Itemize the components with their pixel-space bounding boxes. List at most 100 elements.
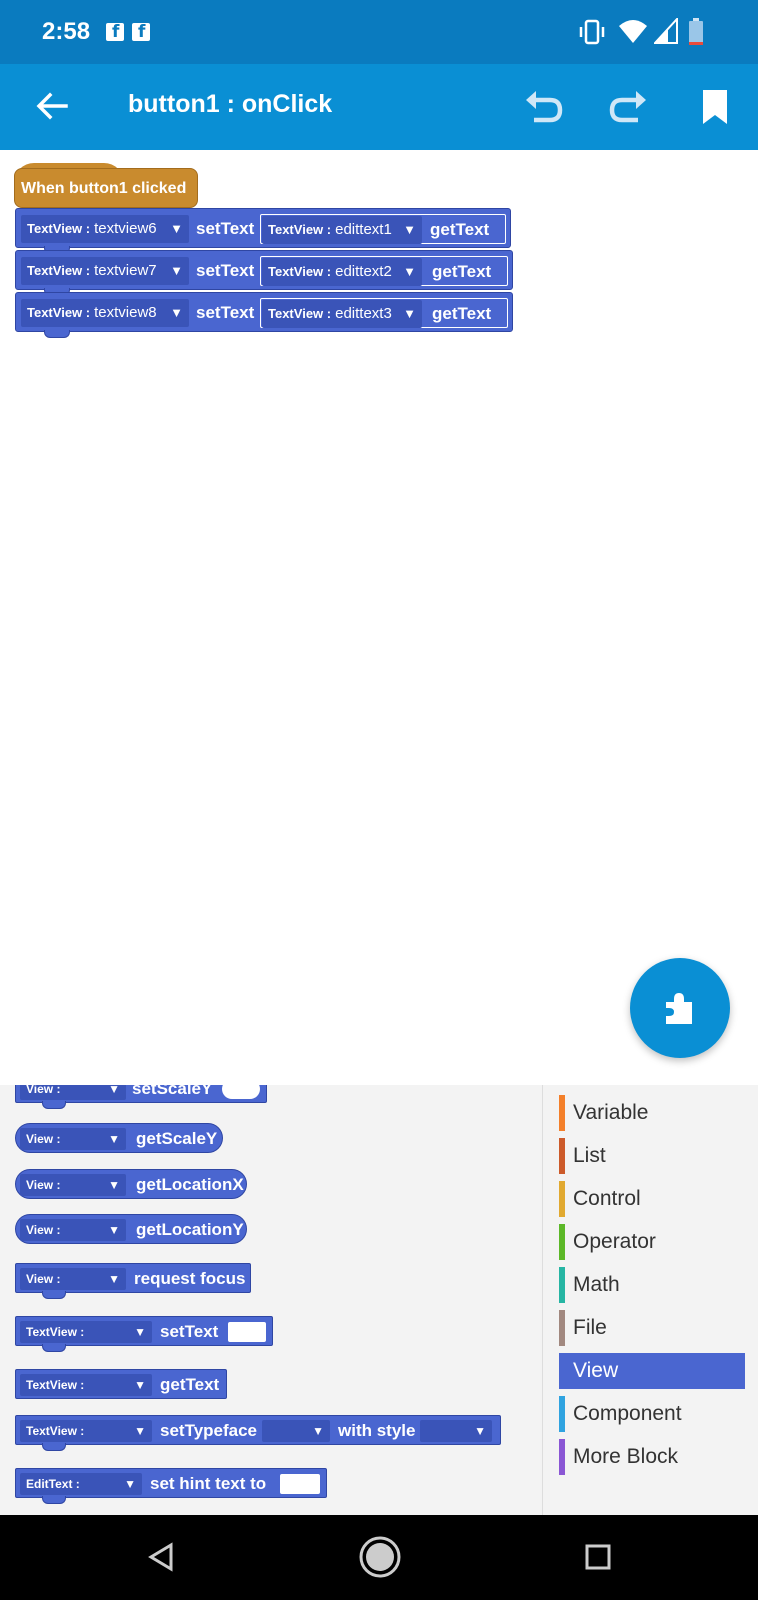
recents-square-icon[interactable]: [584, 1543, 612, 1571]
argument-block[interactable]: TextView : edittext1 ▼ getText: [260, 214, 506, 244]
dropdown-arrow-icon: ▼: [170, 221, 183, 236]
dropdown-arrow-icon: ▼: [403, 222, 416, 237]
action-label: getText: [160, 1375, 220, 1394]
edittext-dropdown[interactable]: EditText : ▼: [20, 1473, 142, 1495]
style-dropdown[interactable]: ▼: [420, 1420, 492, 1442]
block-notch: [44, 330, 70, 338]
palette-block[interactable]: TextView : ▼ getText: [15, 1369, 227, 1399]
view-dropdown[interactable]: View : ▼: [20, 1219, 126, 1241]
type-label: View :: [26, 1223, 61, 1237]
statement-block[interactable]: TextView : textview7 ▼ setText TextView :…: [15, 250, 513, 296]
block-palette[interactable]: View : ▼ setScaleY View : ▼ getScaleY Vi…: [0, 1085, 542, 1515]
home-circle-icon[interactable]: [358, 1535, 402, 1579]
block-notch: [42, 1344, 66, 1352]
target-value: textview6: [94, 220, 157, 237]
category-label: Control: [573, 1187, 641, 1210]
category-more-block[interactable]: More Block: [559, 1439, 745, 1475]
category-label: Variable: [573, 1101, 649, 1124]
arg-target-dropdown[interactable]: TextView : edittext3 ▼: [262, 300, 422, 328]
puzzle-fab-button[interactable]: [630, 958, 730, 1058]
category-view[interactable]: View: [559, 1353, 745, 1389]
view-dropdown[interactable]: View : ▼: [20, 1268, 126, 1290]
textview-dropdown[interactable]: TextView : ▼: [20, 1420, 152, 1442]
type-label: TextView :: [27, 263, 91, 278]
dropdown-arrow-icon: ▼: [170, 305, 183, 320]
category-file[interactable]: File: [559, 1310, 745, 1346]
view-dropdown[interactable]: View : ▼: [20, 1128, 126, 1150]
action-label: getLocationY: [136, 1220, 244, 1239]
event-block[interactable]: When button1 clicked: [14, 168, 198, 208]
number-input[interactable]: [222, 1085, 260, 1099]
view-dropdown[interactable]: View : ▼: [20, 1085, 126, 1100]
back-triangle-icon[interactable]: [146, 1541, 176, 1573]
arg-action-label: getText: [432, 304, 492, 323]
type-label: TextView :: [27, 305, 91, 320]
arg-target-dropdown[interactable]: TextView : edittext1 ▼: [262, 216, 422, 244]
page-title: button1 : onClick: [128, 90, 333, 118]
category-math[interactable]: Math: [559, 1267, 745, 1303]
action2-label: with style: [338, 1421, 416, 1440]
action-label: request focus: [134, 1269, 246, 1288]
arg-type-label: TextView :: [268, 264, 332, 279]
view-dropdown[interactable]: View : ▼: [20, 1174, 126, 1196]
textview-dropdown[interactable]: TextView : ▼: [20, 1374, 152, 1396]
screen: 2:58 f f button1: onClick When button1 …: [0, 0, 758, 1600]
status-time: 2:58: [42, 18, 91, 45]
type-label: View :: [26, 1085, 61, 1096]
category-operator[interactable]: Operator: [559, 1224, 745, 1260]
text-input[interactable]: [228, 1322, 266, 1342]
palette-block[interactable]: View : ▼ getScaleY: [15, 1123, 223, 1153]
arg-target-value: edittext2: [335, 263, 392, 280]
action-label: setScaleY: [132, 1085, 213, 1098]
type-label: TextView :: [26, 1325, 85, 1339]
textview-dropdown[interactable]: TextView : ▼: [20, 1321, 152, 1343]
dropdown-arrow-icon: ▼: [124, 1477, 136, 1491]
block-notch: [42, 1101, 66, 1109]
palette-block[interactable]: View : ▼ getLocationX: [15, 1169, 247, 1199]
category-variable[interactable]: Variable: [559, 1095, 745, 1131]
hint-text-input[interactable]: [280, 1474, 320, 1494]
redo-icon[interactable]: [608, 86, 650, 128]
bookmark-icon[interactable]: [700, 88, 730, 126]
battery-icon: [689, 18, 703, 45]
category-color-bar: [559, 1224, 565, 1260]
action-label: setText: [160, 1322, 219, 1341]
signal-icon: [654, 18, 678, 44]
palette-block[interactable]: TextView : ▼ setTypeface ▼ with style ▼: [15, 1415, 501, 1451]
wifi-icon: [619, 20, 647, 43]
block-canvas[interactable]: When button1 clicked TextView : textview6…: [0, 150, 758, 1085]
palette-block[interactable]: TextView : ▼ setText: [15, 1316, 273, 1352]
type-label: View :: [26, 1178, 61, 1192]
category-color-bar: [559, 1138, 565, 1174]
statement-block[interactable]: TextView : textview8 ▼ setText TextView :…: [15, 292, 513, 338]
palette-block[interactable]: View : ▼ setScaleY: [15, 1085, 267, 1109]
dropdown-arrow-icon: ▼: [170, 263, 183, 278]
action-label: getLocationX: [136, 1175, 244, 1194]
category-list[interactable]: List: [559, 1138, 745, 1174]
category-control[interactable]: Control: [559, 1181, 745, 1217]
action-label: setText: [196, 261, 255, 280]
category-component[interactable]: Component: [559, 1396, 745, 1432]
palette-block[interactable]: View : ▼ request focus: [15, 1263, 251, 1299]
palette-block[interactable]: View : ▼ getLocationY: [15, 1214, 247, 1244]
palette-block[interactable]: EditText : ▼ set hint text to: [15, 1468, 327, 1504]
argument-block[interactable]: TextView : edittext3 ▼ getText: [260, 298, 508, 328]
category-label: List: [573, 1144, 606, 1167]
typeface-dropdown[interactable]: ▼: [262, 1420, 330, 1442]
target-dropdown[interactable]: TextView : textview7 ▼: [21, 257, 189, 285]
dropdown-arrow-icon: ▼: [134, 1424, 146, 1438]
argument-block[interactable]: TextView : edittext2 ▼ getText: [260, 256, 508, 286]
back-arrow-icon[interactable]: [34, 88, 70, 124]
category-list: Variable List Control Operator Math File…: [542, 1085, 758, 1515]
action-label: set hint text to: [150, 1474, 267, 1493]
statement-block[interactable]: TextView : textview6 ▼ setText TextView :…: [15, 208, 511, 254]
arg-target-dropdown[interactable]: TextView : edittext2 ▼: [262, 258, 422, 286]
system-nav-bar: [0, 1515, 758, 1600]
action-label: getScaleY: [136, 1129, 218, 1148]
undo-icon[interactable]: [522, 86, 564, 128]
target-dropdown[interactable]: TextView : textview8 ▼: [21, 299, 189, 327]
target-dropdown[interactable]: TextView : textview6 ▼: [21, 215, 189, 243]
block-notch: [42, 1496, 66, 1504]
category-color-bar: [559, 1267, 565, 1303]
arg-target-value: edittext1: [335, 221, 392, 238]
